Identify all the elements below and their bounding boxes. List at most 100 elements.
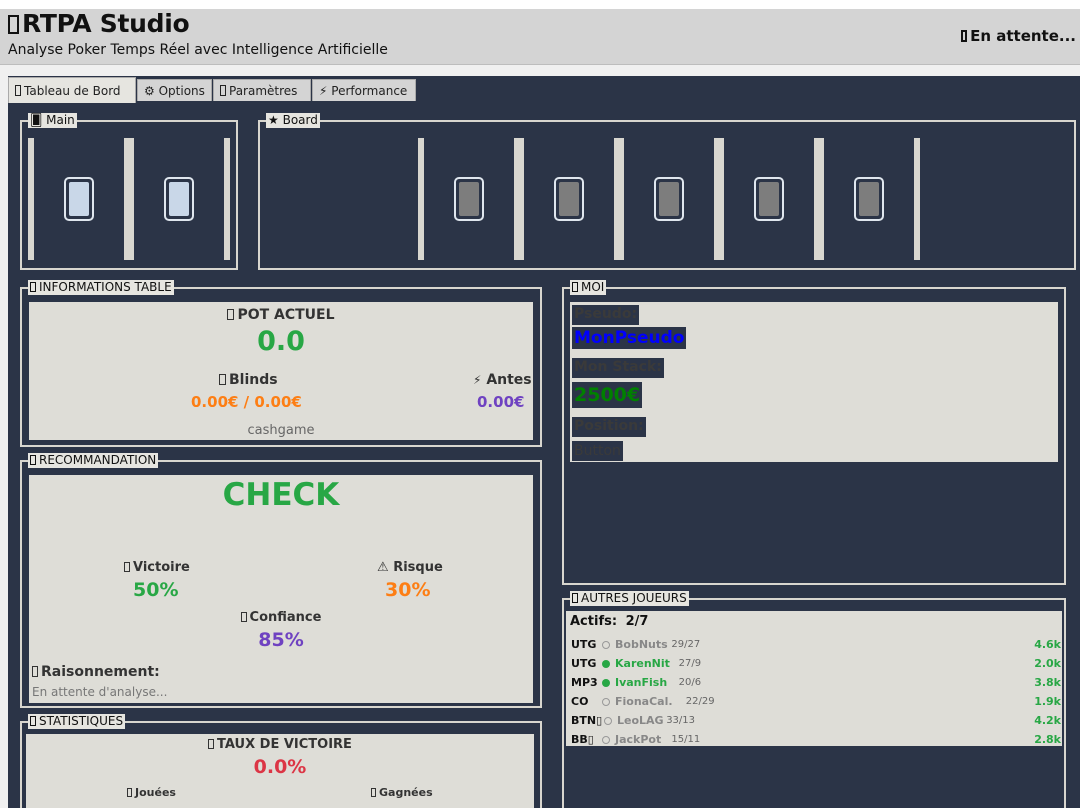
board-card-5[interactable] [818, 138, 920, 260]
player-position: MP3 [571, 676, 598, 689]
win-rate-label: TAUX DE VICTOIRE [26, 737, 534, 752]
player-position: CO [571, 695, 589, 708]
table-info-icon [30, 282, 36, 292]
board-card-3[interactable] [618, 138, 720, 260]
hand-card-2[interactable] [128, 138, 230, 260]
top-band [0, 0, 1080, 9]
hand-label: 🂠 Main [28, 113, 77, 128]
board-card-1[interactable] [418, 138, 520, 260]
hand-card-1[interactable] [28, 138, 130, 260]
user-icon [572, 282, 578, 292]
player-name: BobNuts [615, 638, 668, 651]
star-icon: ★ [268, 113, 279, 127]
player-status-icon [602, 698, 610, 706]
pot-value: 0.0 [257, 326, 305, 357]
tab-performance[interactable]: ⚡ Performance [312, 79, 416, 101]
game-type: cashgame [247, 423, 315, 438]
blinds-label: Blinds [219, 372, 278, 388]
reasoning-text: En attente d'analyse... [32, 685, 168, 699]
won-icon [371, 788, 376, 797]
player-stats: 27/9 [678, 658, 702, 669]
reasoning-label: Raisonnement: [32, 664, 160, 680]
player-name: JackPot [615, 733, 662, 746]
player-name: KarenNit [615, 657, 670, 670]
others-label: AUTRES JOUEURS [570, 591, 689, 606]
played-icon [127, 788, 132, 797]
tab-dashboard[interactable]: Tableau de Bord [8, 77, 136, 103]
recommendation-label: RECOMMANDATION [28, 453, 159, 468]
gear-icon: ⚙ [144, 84, 155, 98]
player-status-icon [602, 736, 610, 744]
board-label: ★ Board [266, 113, 320, 128]
others-panel: Actifs: 2/7 UTG BobNuts 29/27 4.6k UTG KarenN… [566, 611, 1062, 746]
victory-icon [124, 562, 130, 572]
player-stack: 3.8k [1034, 676, 1061, 689]
player-name: IvanFish [615, 676, 668, 689]
pot-label: POT ACTUEL [29, 307, 533, 323]
table-info-label: INFORMATIONS TABLE [28, 280, 174, 295]
me-panel: Pseudo: MonPseudo Mon Stack: 2500€ Posit… [570, 302, 1058, 462]
player-stack: 4.2k [1034, 714, 1061, 727]
player-status-icon [602, 679, 610, 687]
active-players: Actifs: 2/7 [570, 614, 649, 629]
me-label: MOI [570, 280, 607, 295]
me-frame: MOI Pseudo: MonPseudo Mon Stack: 2500€ P… [562, 280, 1066, 585]
player-stats: 22/29 [685, 696, 715, 707]
player-stack: 2.0k [1034, 657, 1061, 670]
player-row[interactable]: BTN▯ LeoLAG 33/13 4.2k [571, 711, 1061, 730]
statistics-icon [30, 716, 36, 726]
antes-value: 0.00€ [477, 393, 525, 411]
table-info-panel: POT ACTUEL 0.0 Blinds 0.00€ / 0.00€ ⚡ An… [29, 302, 533, 440]
victory-value: 50% [133, 579, 179, 601]
recommendation-icon [30, 455, 36, 465]
player-row[interactable]: UTG BobNuts 29/27 4.6k [571, 635, 1061, 654]
player-stats: 20/6 [678, 677, 702, 688]
confidence-label: Confiance [29, 610, 533, 625]
app-logo-icon [8, 15, 19, 34]
player-stats: 29/27 [671, 639, 701, 650]
blinds-icon [219, 374, 226, 385]
played-label: Jouées [127, 786, 176, 799]
blinds-value: 0.00€ / 0.00€ [191, 393, 302, 411]
app-title: RTPA Studio [8, 9, 190, 38]
hand-frame: 🂠 Main [20, 113, 238, 270]
statistics-label: STATISTIQUES [28, 714, 126, 729]
victory-label: Victoire [124, 560, 190, 575]
settings-icon [220, 85, 226, 96]
stack-value: 2500€ [572, 382, 643, 408]
dashboard-icon [15, 85, 21, 96]
player-position: BB▯ [571, 733, 594, 746]
others-frame: AUTRES JOUEURS Actifs: 2/7 UTG BobNuts 29/… [562, 591, 1066, 808]
player-stats: 33/13 [666, 715, 696, 726]
statistics-frame: STATISTIQUES TAUX DE VICTOIRE 0.0% Jouée… [20, 714, 542, 808]
card-icon: 🂠 [30, 113, 43, 127]
confidence-value: 85% [258, 629, 304, 651]
antes-label: ⚡ Antes [473, 372, 532, 388]
player-row[interactable]: UTG KarenNit 27/9 2.0k [571, 654, 1061, 673]
connection-status: En attente... [961, 27, 1076, 45]
player-row[interactable]: BB▯ JackPot 15/11 2.8k [571, 730, 1061, 749]
win-rate-icon [208, 739, 215, 749]
win-rate-value: 0.0% [253, 756, 307, 778]
player-row[interactable]: CO FionaCal. 22/29 1.9k [571, 692, 1061, 711]
tab-options[interactable]: ⚙ Options [137, 79, 212, 101]
app-subtitle: Analyse Poker Temps Réel avec Intelligen… [8, 42, 388, 58]
board-card-2[interactable] [518, 138, 620, 260]
board-card-4[interactable] [718, 138, 820, 260]
player-row[interactable]: MP3 IvanFish 20/6 3.8k [571, 673, 1061, 692]
tab-settings[interactable]: Paramètres [213, 79, 311, 101]
lightning-icon: ⚡ [319, 84, 328, 98]
recommendation-panel: CHECK Victoire 50% ⚠ Risque 30% Confianc… [29, 475, 533, 703]
recommended-action: CHECK [222, 477, 340, 513]
player-name: FionaCal. [615, 695, 673, 708]
player-position: BTN▯ [571, 714, 603, 727]
player-status-icon [602, 641, 610, 649]
player-stack: 4.6k [1034, 638, 1061, 651]
risk-label: ⚠ Risque [377, 560, 443, 575]
player-name: LeoLAG [617, 714, 664, 727]
status-icon [961, 30, 968, 42]
position-value: Button [572, 441, 623, 461]
board-frame: ★ Board [258, 113, 1076, 270]
table-info-frame: INFORMATIONS TABLE POT ACTUEL 0.0 Blinds… [20, 280, 542, 447]
player-status-icon [602, 660, 610, 668]
